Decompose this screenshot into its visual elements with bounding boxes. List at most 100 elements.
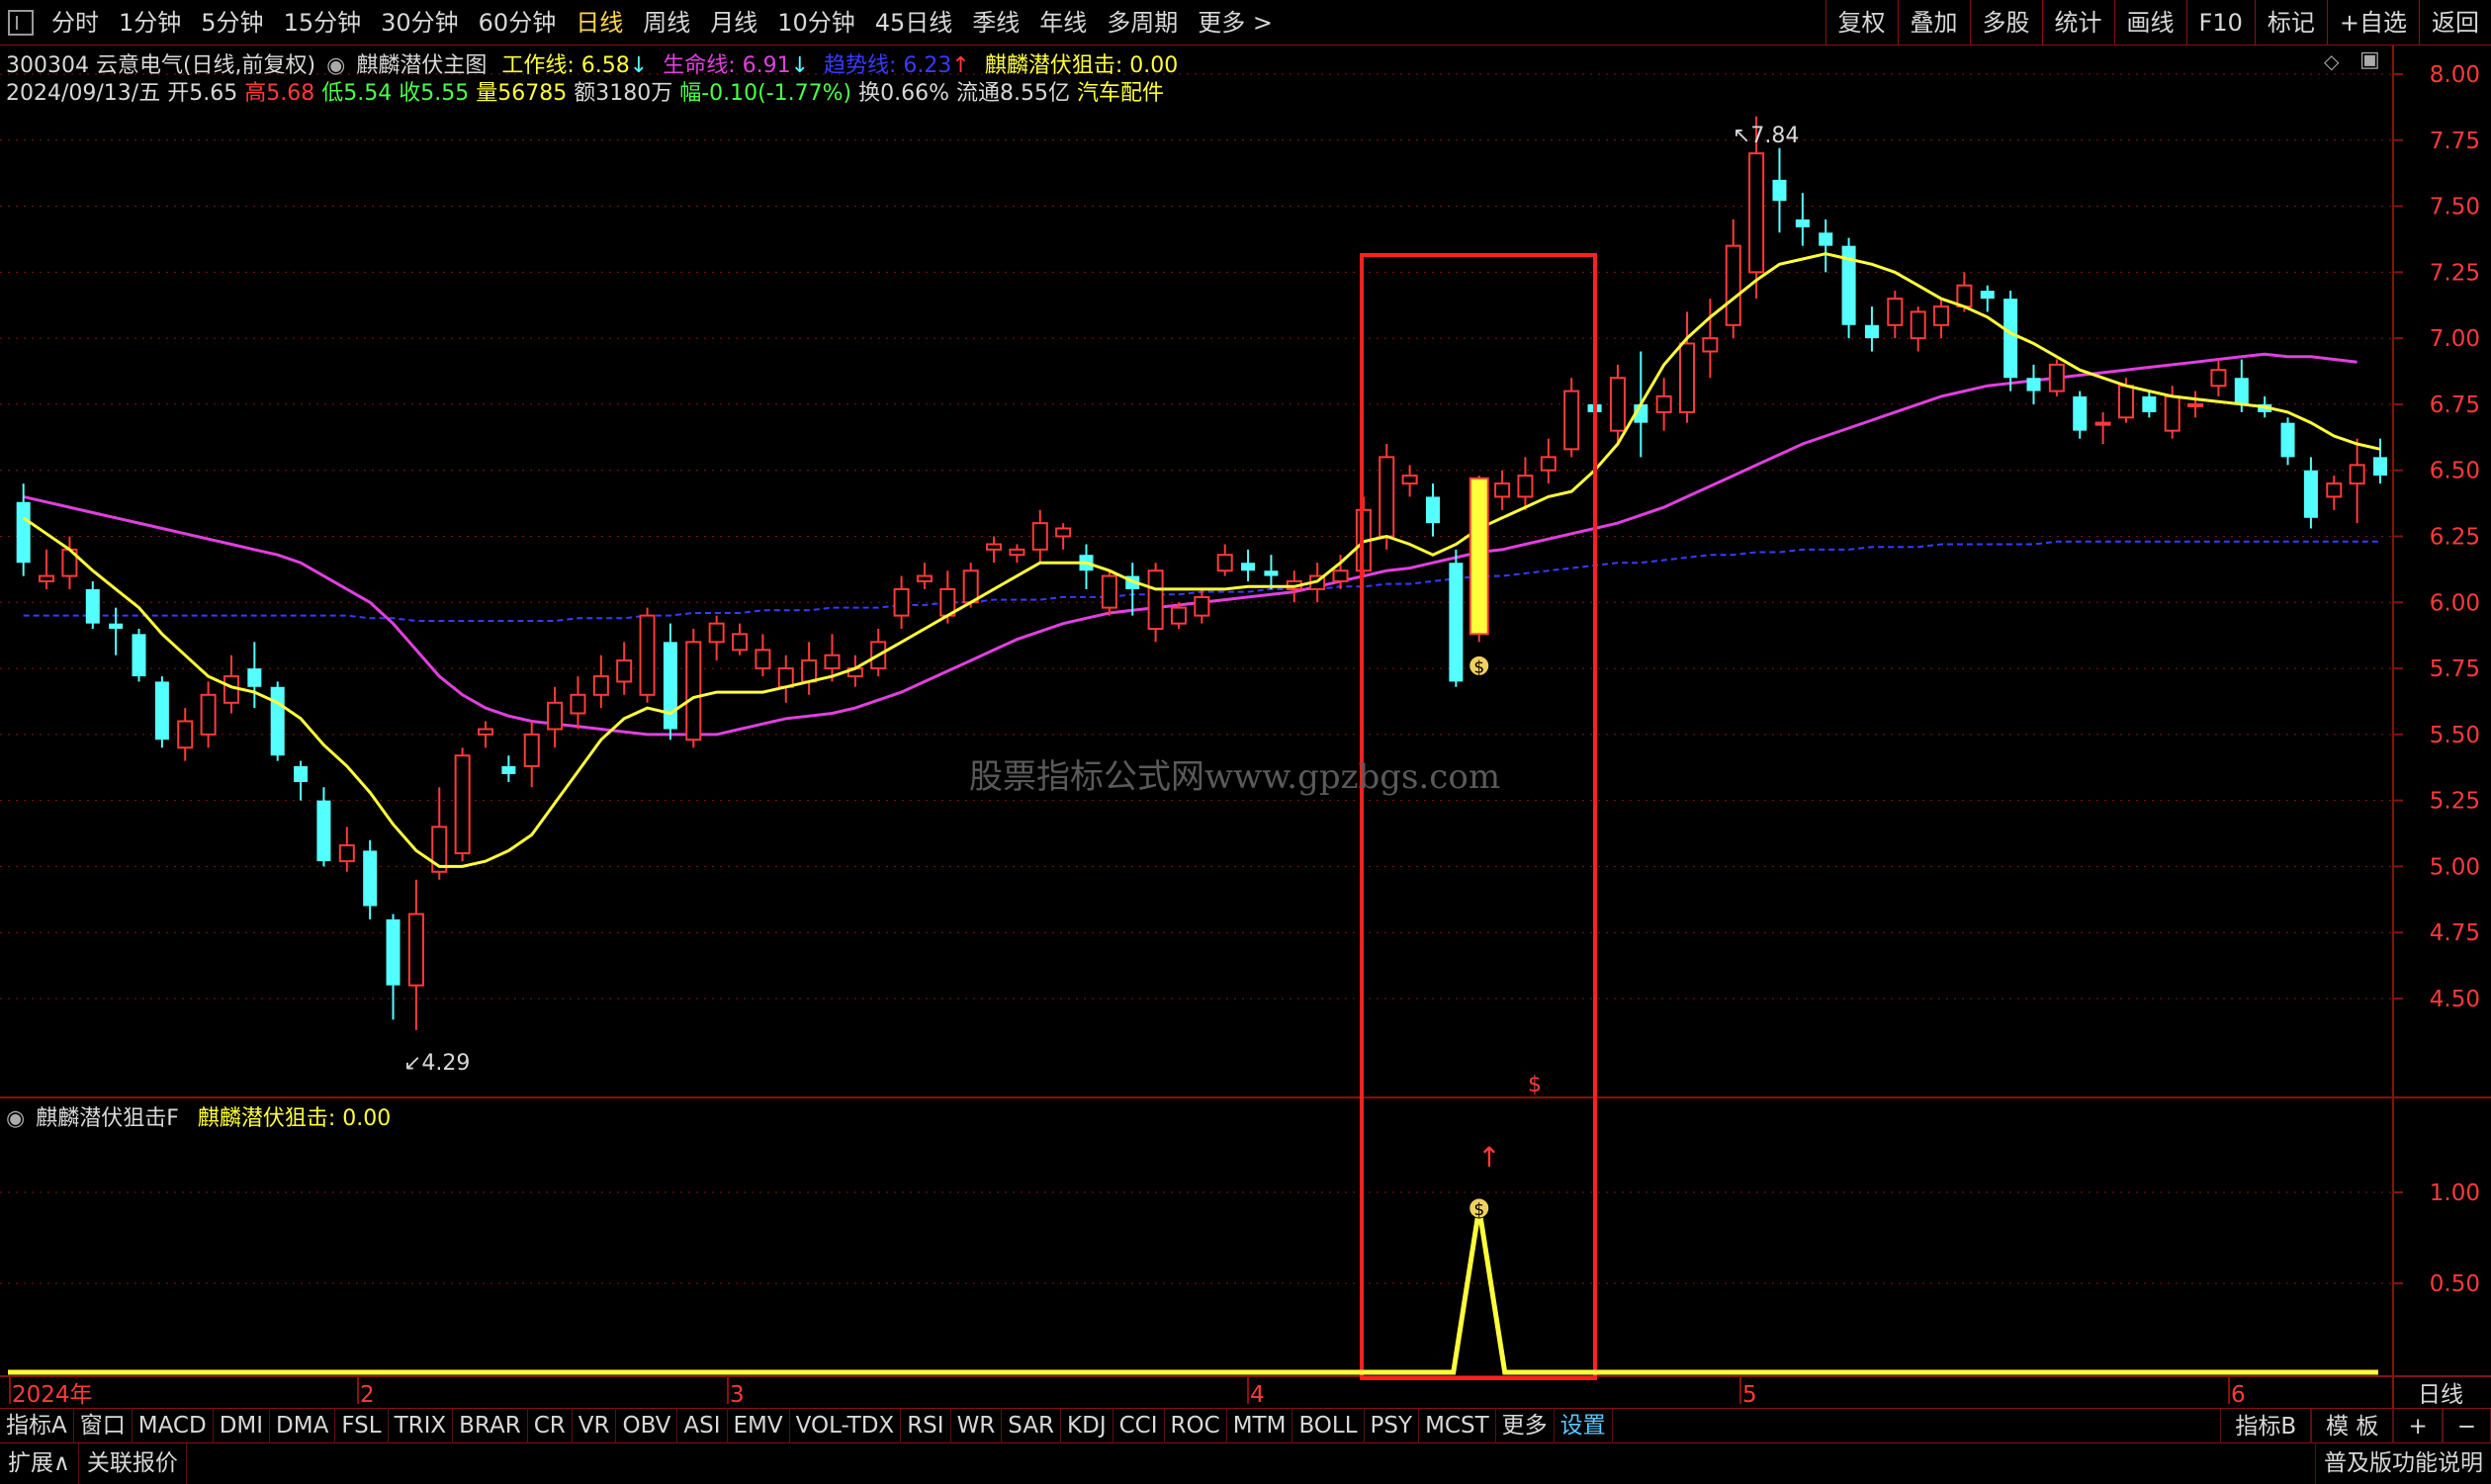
indicator-tab[interactable]: DMA — [270, 1408, 336, 1443]
month-label: 2 — [360, 1382, 375, 1408]
indicator-tool-button[interactable]: 模 板 — [2311, 1409, 2394, 1444]
candle-body-up — [2117, 385, 2134, 419]
candle-body-up — [1216, 554, 1233, 572]
diamond-icon[interactable]: ◇ — [2324, 49, 2339, 73]
indicator-tab[interactable]: MACD — [133, 1408, 214, 1443]
candle-body-down — [1795, 218, 1810, 227]
indicator-tool-button[interactable]: + — [2393, 1409, 2443, 1444]
indicator-tab[interactable]: ROC — [1165, 1408, 1227, 1443]
edition-info-button[interactable]: 普及版功能说明 — [2315, 1443, 2491, 1484]
period-tab[interactable]: 季线 — [962, 0, 1029, 45]
menu-icon[interactable] — [8, 9, 34, 36]
up-arrow-icon: ↑ — [1477, 1141, 1500, 1174]
indicator-tab[interactable]: MTM — [1227, 1408, 1293, 1443]
toolbar-button[interactable]: 多股 — [1969, 0, 2042, 45]
info-low: 低5.54 — [321, 81, 393, 106]
candle-body-up — [1401, 475, 1418, 485]
indicator-tab[interactable]: MCST — [1419, 1408, 1496, 1443]
y-tick-label: 5.50 — [2430, 723, 2480, 748]
indicator-tab[interactable]: KDJ — [1061, 1408, 1113, 1443]
candle-body-up — [1679, 342, 1696, 413]
candle-body-down — [1264, 570, 1279, 576]
period-tab[interactable]: 分时 — [42, 0, 109, 45]
period-tab[interactable]: 多周期 — [1097, 0, 1188, 45]
indicator-tab[interactable]: OBV — [616, 1408, 678, 1443]
candle-body-down — [363, 850, 378, 907]
expand-button[interactable]: 扩展∧ — [0, 1443, 79, 1484]
indicator-tab[interactable]: BOLL — [1292, 1408, 1365, 1443]
indicator-tab[interactable]: BRAR — [453, 1408, 528, 1443]
indicator-tab[interactable]: 更多 — [1496, 1408, 1555, 1443]
period-tab[interactable]: 45日线 — [865, 0, 963, 45]
candle-body-up — [2210, 369, 2227, 388]
indicator-tab[interactable]: ASI — [677, 1408, 728, 1443]
candle-body-down — [270, 686, 285, 756]
toolbar-button[interactable]: 标记 — [2254, 0, 2327, 45]
indicator-tab[interactable]: VOL-TDX — [790, 1408, 902, 1443]
status-bar: 扩展∧ 关联报价 普及版功能说明 — [0, 1443, 2491, 1484]
indicator-tab[interactable]: PSY — [1365, 1408, 1420, 1443]
candle-body-up — [893, 587, 910, 617]
candle-body-up — [639, 614, 656, 696]
sub-panel-value: 麒麟潜伏狙击: 0.00 — [197, 1106, 392, 1131]
candle-body-up — [1031, 522, 1048, 551]
strike-series-line — [8, 1207, 2378, 1375]
collapse-icon[interactable]: ◉ — [6, 1106, 25, 1131]
period-tab[interactable]: 10分钟 — [767, 0, 865, 45]
candle-body-up — [39, 574, 55, 582]
toolbar-button[interactable]: 画线 — [2113, 0, 2186, 45]
candle-body-down — [1449, 563, 1464, 682]
candle-body-down — [1819, 232, 1833, 246]
indicator-tab[interactable]: 指标A — [0, 1408, 74, 1443]
indicator-tab[interactable]: CR — [528, 1408, 573, 1443]
indicator-tab[interactable]: 窗口 — [74, 1408, 133, 1443]
indicator-tool-button[interactable]: − — [2442, 1409, 2491, 1444]
period-tab[interactable]: 30分钟 — [371, 0, 469, 45]
period-tab[interactable]: 1分钟 — [109, 0, 191, 45]
period-tab[interactable]: 15分钟 — [274, 0, 372, 45]
indicator-tab[interactable]: VR — [573, 1408, 617, 1443]
info-sector[interactable]: 汽车配件 — [1077, 81, 1164, 106]
indicator-tab[interactable]: FSL — [335, 1408, 389, 1443]
candle-body-up — [592, 675, 609, 696]
sub-panel-title[interactable]: 麒麟潜伏狙击F — [36, 1106, 179, 1131]
candle-body-up — [477, 728, 494, 736]
related-quote-button[interactable]: 关联报价 — [79, 1443, 187, 1484]
toolbar-button[interactable]: 统计 — [2041, 0, 2114, 45]
candle-body-up — [1609, 377, 1626, 432]
toolbar-button[interactable]: +自选 — [2326, 0, 2419, 45]
info-float: 流通8.55亿 — [956, 81, 1071, 106]
indicator-tab[interactable]: EMV — [728, 1408, 790, 1443]
period-tab[interactable]: 年线 — [1029, 0, 1097, 45]
indicator-tab[interactable]: SAR — [1002, 1408, 1062, 1443]
indicator-tab[interactable]: 设置 — [1555, 1408, 1613, 1443]
indicator-tab[interactable]: CCI — [1113, 1408, 1165, 1443]
indicator-tab[interactable]: DMI — [214, 1408, 271, 1443]
period-tab[interactable]: 5分钟 — [191, 0, 273, 45]
toolbar-button[interactable]: F10 — [2185, 0, 2255, 45]
candle-body-down — [2372, 457, 2388, 477]
indicator-tab[interactable]: WR — [951, 1408, 1003, 1443]
candle-body-down — [109, 623, 124, 629]
period-tab[interactable]: 月线 — [700, 0, 767, 45]
indicator-tab[interactable]: TRIX — [389, 1408, 454, 1443]
period-indicator: 日线 — [2418, 1382, 2463, 1408]
toolbar-button[interactable]: 叠加 — [1897, 0, 1970, 45]
toolbar-button[interactable]: 返回 — [2419, 0, 2491, 45]
candle-body-up — [1194, 595, 1210, 617]
period-tab[interactable]: 更多 > — [1188, 0, 1283, 45]
window-icon[interactable]: ▣ — [2359, 47, 2380, 72]
period-tab[interactable]: 日线 — [566, 0, 633, 45]
max-price-label: ↖7.84 — [1733, 124, 1799, 148]
period-tab[interactable]: 60分钟 — [469, 0, 567, 45]
candle-body-up — [1910, 310, 1926, 340]
period-tab[interactable]: 周线 — [633, 0, 700, 45]
indicator-tool-button[interactable]: 指标B — [2220, 1409, 2312, 1444]
candle-body-up — [616, 659, 633, 683]
month-label: 6 — [2231, 1382, 2246, 1408]
month-label: 4 — [1250, 1382, 1265, 1408]
indicator-tab[interactable]: RSI — [901, 1408, 951, 1443]
info-volume: 量56785 — [476, 81, 568, 106]
toolbar-button[interactable]: 复权 — [1824, 0, 1898, 45]
chart-area[interactable]: 8.00 7.75 7.50 7.25 7.00 6.75 6.50 6.25 6.00 5.75… — [0, 45, 2491, 1408]
